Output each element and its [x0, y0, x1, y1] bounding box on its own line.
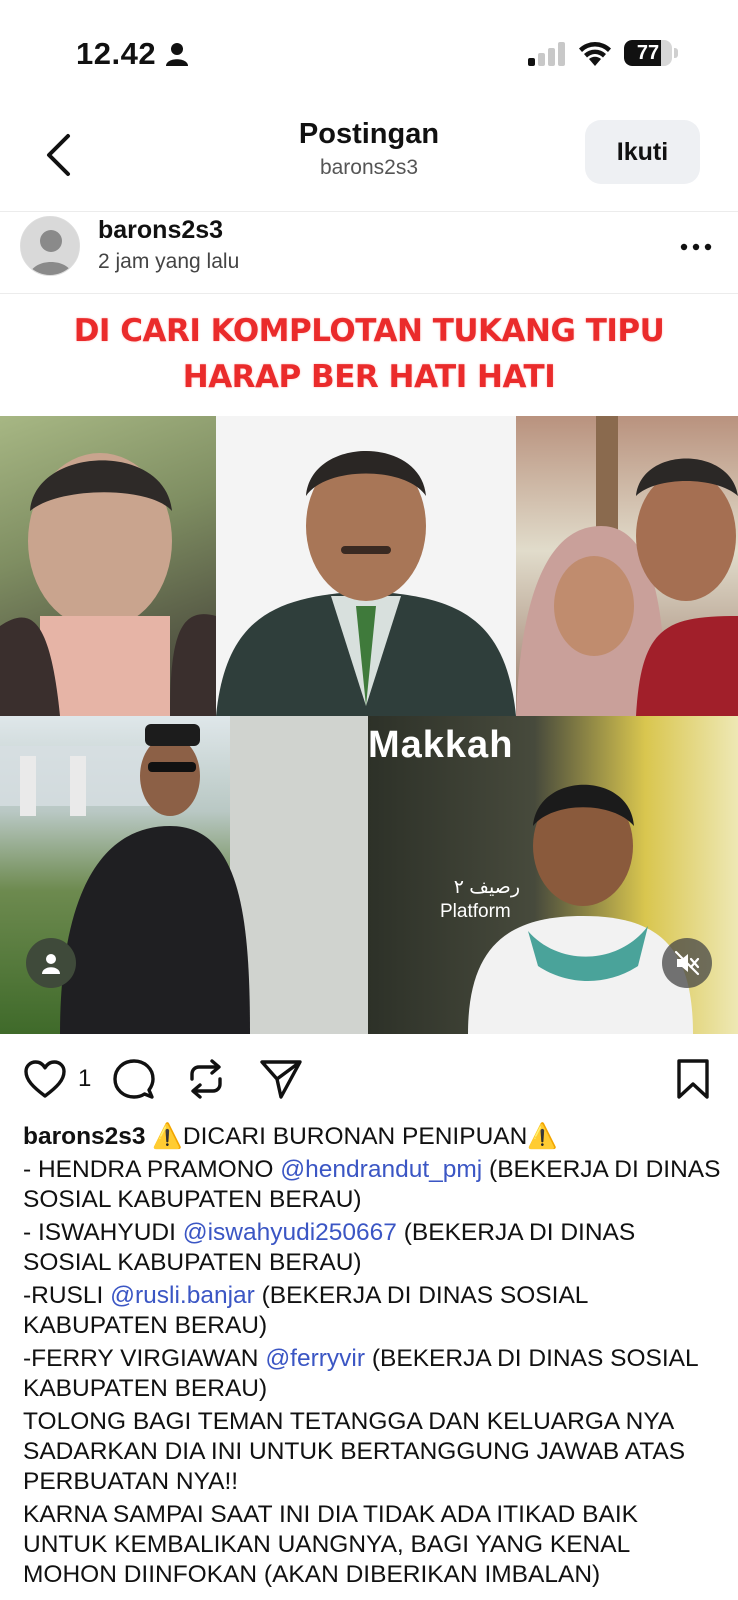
caption-author[interactable]: barons2s3: [23, 1123, 146, 1150]
share-icon[interactable]: [258, 1056, 304, 1102]
repost-icon[interactable]: [183, 1056, 229, 1102]
caption-paragraph: TOLONG BAGI TEMAN TETANGGA DAN KELUARGA …: [23, 1408, 686, 1495]
post-timestamp: 2 jam yang lalu: [98, 250, 240, 273]
person-icon: [166, 42, 188, 71]
follow-button[interactable]: Ikuti: [585, 120, 700, 184]
banner-line-1: DI CARI KOMPLOTAN TUKANG TIPU: [73, 313, 665, 349]
user-tag-icon[interactable]: [26, 938, 76, 988]
like-count[interactable]: 1: [78, 1065, 91, 1093]
mention-link[interactable]: @iswahyudi250667: [183, 1219, 397, 1246]
mention-link[interactable]: @rusli.banjar: [110, 1282, 255, 1309]
comment-icon[interactable]: [111, 1056, 157, 1102]
nav-header: Postingan barons2s3 Ikuti: [0, 100, 738, 212]
post-caption: barons2s3 ⚠️DICARI BURONAN PENIPUAN⚠️ - …: [23, 1122, 723, 1593]
signal-icon: [528, 42, 566, 71]
battery-tip: [674, 48, 678, 58]
caption-line: - HENDRA PRAMONO @hendrandut_pmj (BEKERJ…: [23, 1155, 723, 1215]
caption-headline-text: ⚠️DICARI BURONAN PENIPUAN⚠️: [152, 1123, 558, 1150]
mention-link[interactable]: @hendrandut_pmj: [280, 1156, 482, 1183]
photo-couple: [516, 416, 738, 716]
caption-line: -FERRY VIRGIAWAN @ferryvir (BEKERJA DI D…: [23, 1344, 723, 1404]
caption-line-text: -RUSLI: [23, 1282, 111, 1309]
status-bar: 12.42 77: [0, 0, 738, 100]
caption-line-text: - HENDRA PRAMONO: [23, 1156, 281, 1183]
media-banner: DI CARI KOMPLOTAN TUKANG TIPU HARAP BER …: [0, 294, 738, 414]
status-time: 12.42: [76, 36, 157, 71]
battery-icon: 77: [624, 40, 672, 66]
caption-line-text: - ISWAHYUDI: [23, 1219, 183, 1246]
caption-paragraph: KARNA SAMPAI SAAT INI DIA TIDAK ADA ITIK…: [23, 1501, 638, 1588]
caption-line-text: -FERRY VIRGIAWAN: [23, 1345, 266, 1372]
photo-person-2: [216, 416, 516, 716]
mute-icon[interactable]: [662, 938, 712, 988]
post-media[interactable]: DI CARI KOMPLOTAN TUKANG TIPU HARAP BER …: [0, 294, 738, 1034]
avatar[interactable]: [20, 216, 80, 276]
heart-icon[interactable]: [22, 1056, 68, 1102]
caption-headline: barons2s3 ⚠️DICARI BURONAN PENIPUAN⚠️: [23, 1122, 723, 1152]
caption-line: -RUSLI @rusli.banjar (BEKERJA DI DINAS S…: [23, 1281, 723, 1341]
more-icon[interactable]: [676, 232, 716, 262]
post-username[interactable]: barons2s3: [98, 216, 223, 245]
battery-level: 77: [636, 42, 660, 64]
photo-person-1: [0, 416, 216, 716]
post-actions: 1: [0, 1034, 738, 1126]
mention-link[interactable]: @ferryvir: [265, 1345, 365, 1372]
caption-line: - ISWAHYUDI @iswahyudi250667 (BEKERJA DI…: [23, 1218, 723, 1278]
wifi-icon: [578, 40, 612, 71]
bookmark-icon[interactable]: [670, 1056, 716, 1102]
banner-line-2: HARAP BER HATI HATI: [182, 359, 556, 395]
post-header: barons2s3 2 jam yang lalu: [0, 212, 738, 294]
